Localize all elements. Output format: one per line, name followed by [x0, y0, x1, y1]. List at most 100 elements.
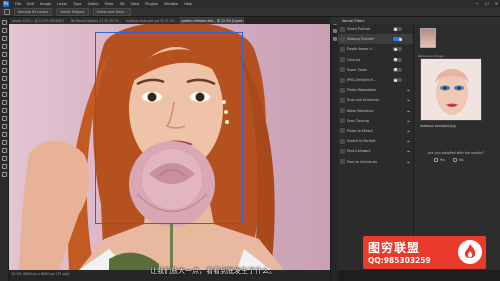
- eraser-tool-icon[interactable]: [2, 100, 7, 105]
- menu-type[interactable]: Type: [73, 2, 81, 6]
- option-sample-all-layers[interactable]: Sample All Layers: [14, 8, 53, 16]
- menu-help[interactable]: Help: [184, 2, 192, 6]
- menu-plugins[interactable]: Plugins: [145, 2, 158, 6]
- document-tab-active[interactable]: pexels-christian-bla... @ 12.5% (Layer 0…: [178, 17, 244, 24]
- filter-icon: [340, 87, 345, 93]
- cloud-download-icon[interactable]: ☁: [407, 149, 410, 153]
- filter-item[interactable]: JPEG Artifacts R...: [338, 75, 413, 85]
- maximize-button[interactable]: ☐: [485, 0, 489, 8]
- minimize-button[interactable]: —: [475, 0, 479, 8]
- filter-item[interactable]: Face Cleanup ☁: [338, 116, 413, 126]
- filter-toggle[interactable]: [393, 57, 402, 62]
- filter-icon: [340, 138, 345, 144]
- filter-toggle[interactable]: [393, 67, 402, 72]
- filter-icon: [340, 159, 345, 165]
- zoom-tool-icon[interactable]: [2, 172, 7, 177]
- crop-tool-icon[interactable]: [2, 52, 7, 57]
- filter-label: Makeup Transfer: [347, 37, 375, 42]
- filter-toggle[interactable]: [393, 27, 402, 32]
- filter-label: Photo Restoration: [347, 88, 377, 93]
- filter-label: Face Cleanup: [347, 118, 370, 123]
- filter-icon: [340, 46, 345, 52]
- filter-icon: [340, 108, 345, 114]
- marquee-tool-icon[interactable]: [2, 28, 7, 33]
- filter-item[interactable]: Dust and Scratches ☁: [338, 95, 413, 105]
- filter-label: Photo to Sketch: [347, 128, 373, 133]
- history-brush-tool-icon[interactable]: [2, 92, 7, 97]
- menu-layer[interactable]: Layer: [57, 2, 67, 6]
- filter-label: Smart Portrait: [347, 27, 371, 32]
- blur-tool-icon[interactable]: [2, 116, 7, 121]
- cloud-download-icon[interactable]: ☁: [407, 160, 410, 164]
- cloud-download-icon[interactable]: ☁: [407, 88, 410, 92]
- menu-bar: Ps File Edit Image Layer Type Select Fil…: [0, 0, 500, 8]
- filter-toggle[interactable]: [393, 37, 402, 42]
- hand-tool-icon[interactable]: [2, 164, 7, 169]
- eyedropper-tool-icon[interactable]: [2, 60, 7, 65]
- properties-icon[interactable]: [333, 29, 337, 33]
- document-tab[interactable]: photo-1520... @ 12.5% (RGB/8*): [9, 17, 67, 24]
- gradient-tool-icon[interactable]: [2, 108, 7, 113]
- menu-filter[interactable]: Filter: [105, 2, 114, 6]
- feedback-yes[interactable]: Yes: [434, 158, 445, 162]
- thumbs-up-icon[interactable]: [434, 158, 438, 162]
- panel-dock-icons: [330, 17, 338, 281]
- menu-edit[interactable]: Edit: [27, 2, 34, 6]
- filter-item[interactable]: Noise Reduction ☁: [338, 106, 413, 116]
- filter-item[interactable]: Depth Aware H...: [338, 44, 413, 54]
- healing-brush-tool-icon[interactable]: [2, 68, 7, 73]
- cloud-download-icon[interactable]: ☁: [407, 129, 410, 133]
- feedback-options: Yes No: [434, 158, 464, 162]
- menu-select[interactable]: Select: [88, 2, 99, 6]
- filter-item[interactable]: Face to Caricature ☁: [338, 156, 413, 166]
- neural-filters-list: Smart Portrait Makeup Transfer Depth Aware…: [338, 24, 414, 270]
- close-button[interactable]: ✕: [495, 0, 498, 8]
- menu-view[interactable]: View: [131, 2, 140, 6]
- menu-file[interactable]: File: [15, 2, 21, 6]
- filter-item[interactable]: Makeup Transfer: [338, 34, 413, 45]
- cloud-download-icon[interactable]: ☁: [407, 109, 410, 113]
- filter-item[interactable]: Smart Portrait: [338, 24, 413, 34]
- thumbs-down-icon[interactable]: [453, 158, 458, 162]
- document-canvas[interactable]: [9, 24, 330, 270]
- menu-window[interactable]: Window: [164, 2, 178, 6]
- filter-item[interactable]: Colorize: [338, 55, 413, 65]
- filter-item[interactable]: Sketch to Portrait ☁: [338, 136, 413, 146]
- flame-logo-icon: [458, 240, 482, 264]
- clone-stamp-tool-icon[interactable]: [2, 84, 7, 89]
- filter-label: Colorize: [347, 57, 361, 62]
- filter-settings-pane: Reference Image makeup example.jpg Are y…: [414, 24, 500, 270]
- reference-image-preview[interactable]: [420, 58, 482, 121]
- filter-item[interactable]: Photo Restoration ☁: [338, 85, 413, 95]
- cloud-download-icon[interactable]: ☁: [407, 139, 410, 143]
- path-select-tool-icon[interactable]: [2, 148, 7, 153]
- document-tab[interactable]: makeup example.jpg @ 33.3%: [122, 17, 178, 24]
- dodge-tool-icon[interactable]: [2, 124, 7, 129]
- quick-select-tool-icon[interactable]: [2, 44, 7, 49]
- pen-tool-icon[interactable]: [2, 132, 7, 137]
- feedback-no[interactable]: No: [453, 158, 464, 162]
- filter-toggle[interactable]: [393, 47, 402, 52]
- filter-label: Noise Reduction: [347, 108, 374, 113]
- move-tool-icon[interactable]: [2, 20, 7, 25]
- menu-3d[interactable]: 3D: [120, 2, 125, 6]
- layers-icon[interactable]: [333, 37, 337, 41]
- filter-label: Pencil Artwork: [347, 149, 371, 154]
- option-select-subject[interactable]: Select Subject: [56, 8, 89, 16]
- filter-toggle[interactable]: [393, 78, 402, 83]
- lasso-tool-icon[interactable]: [2, 36, 7, 41]
- filter-item[interactable]: Pencil Artwork ☁: [338, 146, 413, 156]
- filter-item[interactable]: Super Zoom: [338, 65, 413, 75]
- filter-item[interactable]: Photo to Sketch ☁: [338, 126, 413, 136]
- document-tab[interactable]: No Result Sphere 11 @ 16.7%: [67, 17, 122, 24]
- menu-image[interactable]: Image: [40, 2, 51, 6]
- type-tool-icon[interactable]: [2, 140, 7, 145]
- video-subtitle: 让我们放大一点，看看到底发生了什么。: [150, 267, 276, 275]
- option-select-and-mask[interactable]: Select and Mask...: [92, 8, 132, 16]
- selection-bounding-box[interactable]: [95, 32, 243, 224]
- cloud-download-icon[interactable]: ☁: [407, 98, 410, 102]
- shape-tool-icon[interactable]: [2, 156, 7, 161]
- cloud-download-icon[interactable]: ☁: [407, 119, 410, 123]
- brush-tool-icon[interactable]: [2, 76, 7, 81]
- selection-tool-icon[interactable]: [4, 9, 10, 15]
